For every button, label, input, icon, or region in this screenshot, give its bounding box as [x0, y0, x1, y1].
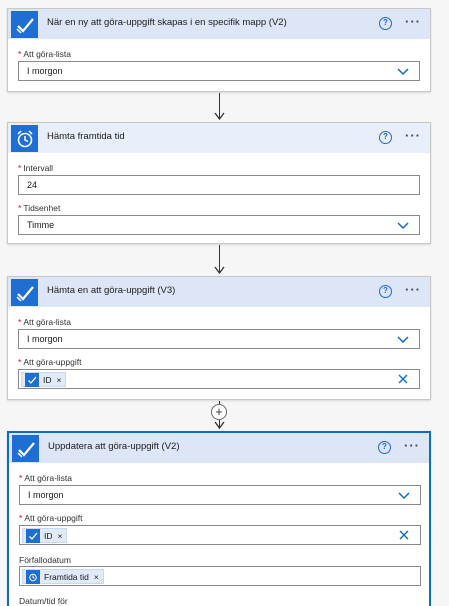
token-label: ID — [43, 374, 52, 385]
check-icon — [11, 11, 38, 38]
card-header[interactable]: När en ny att göra-uppgift skapas i en s… — [8, 9, 430, 39]
token-remove-icon[interactable]: × — [94, 572, 99, 582]
check-icon — [25, 372, 39, 387]
trigger-card[interactable]: När en ny att göra-uppgift skapas i en s… — [7, 8, 431, 92]
field-label: * Att göra-lista — [18, 49, 72, 59]
check-icon — [11, 279, 38, 306]
chevron-down-icon — [397, 336, 409, 344]
arrow-down-icon — [214, 112, 225, 120]
update-task-card[interactable]: Uppdatera att göra-uppgift (V2) ? ··· * A… — [7, 431, 431, 606]
dynamic-content-token[interactable]: ID × — [21, 372, 67, 387]
dynamic-content-token[interactable]: ID × — [22, 528, 68, 543]
chevron-down-icon — [397, 222, 409, 230]
help-icon[interactable]: ? — [379, 131, 392, 144]
clear-icon[interactable] — [398, 529, 410, 541]
more-options-icon[interactable]: ··· — [404, 438, 420, 453]
help-icon[interactable]: ? — [379, 17, 392, 30]
field-label: * Tidsenhet — [18, 203, 61, 213]
todo-list-dropdown[interactable]: I morgon — [19, 485, 421, 505]
chevron-down-icon — [397, 68, 409, 76]
alarm-clock-icon — [26, 569, 40, 584]
input-value: 24 — [27, 180, 38, 190]
more-options-icon[interactable]: ··· — [405, 14, 421, 29]
future-time-card[interactable]: Hämta framtida tid ? ··· * Intervall 24 *… — [7, 122, 431, 244]
token-label: Framtida tid — [44, 571, 89, 582]
todo-list-dropdown[interactable]: I morgon — [18, 329, 420, 349]
check-icon — [26, 528, 40, 543]
card-title: När en ny att göra-uppgift skapas i en s… — [47, 17, 287, 28]
token-label: ID — [44, 530, 53, 541]
field-label: * Att göra-uppgift — [19, 513, 83, 523]
field-label: Datum/tid för — [19, 596, 68, 606]
arrow-down-icon — [214, 266, 225, 274]
card-title: Uppdatera att göra-uppgift (V2) — [48, 441, 180, 452]
more-options-icon[interactable]: ··· — [405, 282, 421, 297]
due-date-field[interactable]: Framtida tid × — [19, 566, 421, 586]
token-remove-icon[interactable]: × — [57, 375, 62, 385]
card-header[interactable]: Hämta en att göra-uppgift (V3) ? ··· — [8, 277, 430, 307]
token-remove-icon[interactable]: × — [58, 531, 63, 541]
field-label: Förfallodatum — [19, 555, 71, 565]
field-label: * Att göra-lista — [19, 473, 73, 483]
get-task-card[interactable]: Hämta en att göra-uppgift (V3) ? ··· * At… — [7, 276, 431, 400]
alarm-clock-icon — [11, 125, 38, 152]
more-options-icon[interactable]: ··· — [405, 128, 421, 143]
card-header[interactable]: Uppdatera att göra-uppgift (V2) ? ··· — [9, 433, 429, 463]
dropdown-value: I morgon — [27, 334, 63, 344]
clear-icon[interactable] — [397, 373, 409, 385]
card-header[interactable]: Hämta framtida tid ? ··· — [8, 123, 430, 153]
time-unit-dropdown[interactable]: Timme — [18, 215, 420, 235]
todo-task-field[interactable]: ID × — [19, 525, 421, 545]
add-step-button[interactable]: + — [211, 404, 227, 420]
arrow-down-icon — [214, 421, 225, 429]
interval-field[interactable]: 24 — [18, 175, 420, 195]
field-label: * Intervall — [18, 163, 54, 173]
check-icon — [12, 435, 39, 462]
todo-task-field[interactable]: ID × — [18, 369, 420, 389]
card-title: Hämta framtida tid — [47, 131, 125, 142]
help-icon[interactable]: ? — [379, 285, 392, 298]
help-icon[interactable]: ? — [378, 441, 391, 454]
dynamic-content-token[interactable]: Framtida tid × — [22, 569, 104, 584]
dropdown-value: I morgon — [28, 490, 64, 500]
chevron-down-icon — [398, 492, 410, 500]
dropdown-value: Timme — [27, 220, 55, 230]
dropdown-value: I morgon — [27, 66, 63, 76]
field-label: * Att göra-lista — [18, 317, 72, 327]
card-title: Hämta en att göra-uppgift (V3) — [47, 285, 176, 296]
field-label: * Att göra-uppgift — [18, 357, 82, 367]
todo-list-dropdown[interactable]: I morgon — [18, 61, 420, 81]
